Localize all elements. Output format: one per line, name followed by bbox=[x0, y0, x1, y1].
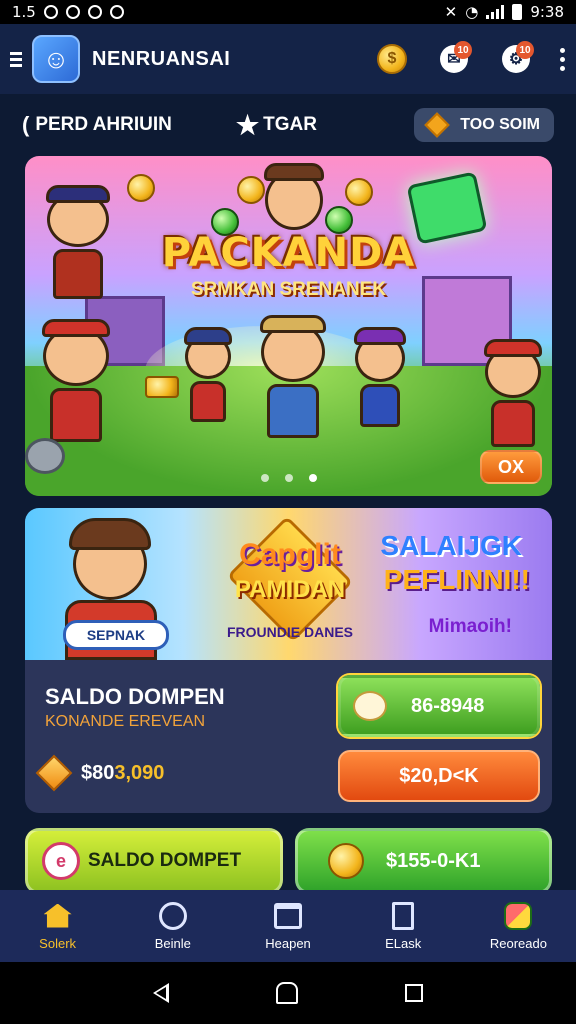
circle-icon bbox=[158, 901, 187, 930]
character-icon bbox=[354, 327, 406, 430]
currency-pill[interactable]: TOO SOIM bbox=[414, 108, 554, 142]
character-icon bbox=[184, 327, 232, 424]
wallet-subtitle: KONANDE EREVEAN bbox=[45, 713, 206, 730]
settings-button[interactable]: ⚙ 10 bbox=[496, 39, 536, 79]
tab-secondary-label: TGAR bbox=[263, 114, 317, 135]
hero-banner[interactable]: PACKANDA SRMKAN SRENANEK OX bbox=[25, 156, 552, 496]
nav-item-2[interactable]: Beinle bbox=[115, 890, 230, 962]
notification-icon bbox=[87, 5, 102, 19]
status-time-left: 1.5 bbox=[12, 3, 36, 21]
promo-right-title: SALAIJGK bbox=[380, 530, 522, 561]
nav-item-5[interactable]: Reoreado bbox=[461, 890, 576, 962]
bottom-nav: Solerk Beinle Heapen ELask Reoreado bbox=[0, 890, 576, 962]
promo-banner[interactable]: SEPNAK Capglit PAMIDAN FROUNDIE DANES SA… bbox=[25, 508, 552, 660]
reward-card[interactable]: $155-0-K1 bbox=[295, 828, 552, 894]
reward-card-label: $155-0-K1 bbox=[386, 849, 481, 872]
puzzle-icon bbox=[504, 901, 533, 930]
promo-subtitle: PAMIDAN bbox=[234, 576, 346, 603]
messages-badge: 10 bbox=[454, 41, 472, 59]
promo-center: Capglit PAMIDAN FROUNDIE DANES bbox=[215, 515, 365, 650]
promo-right-subtitle: PEFLINNI!! bbox=[383, 564, 530, 595]
currency-pill-label: TOO SOIM bbox=[460, 116, 540, 133]
carousel-dots[interactable] bbox=[25, 474, 552, 482]
coin-icon bbox=[328, 843, 364, 879]
settings-badge: 10 bbox=[516, 41, 534, 59]
withdraw-button[interactable]: $20,D<K bbox=[338, 750, 540, 802]
topup-button-label: 86-8948 bbox=[411, 694, 485, 717]
wifi-icon: ◔ bbox=[465, 3, 479, 21]
banner-title: PACKANDA bbox=[161, 230, 416, 276]
app-bar: ☺ NENRUANSAI $ ✉ 10 ⚙ 10 bbox=[0, 24, 576, 94]
character-icon bbox=[260, 315, 326, 442]
gem-icon bbox=[35, 754, 73, 792]
topup-button[interactable]: 86-8948 bbox=[338, 675, 540, 737]
wallet-balance-value: $80 bbox=[81, 761, 115, 784]
tab-secondary[interactable]: ★ TGAR bbox=[236, 110, 317, 141]
character-icon bbox=[484, 339, 542, 450]
gem-icon bbox=[424, 112, 451, 138]
wallet-balance: $80 3,090 bbox=[35, 754, 165, 792]
wallet-card: SEPNAK Capglit PAMIDAN FROUNDIE DANES SA… bbox=[25, 508, 552, 813]
messages-button[interactable]: ✉ 10 bbox=[434, 39, 474, 79]
battery-icon bbox=[512, 4, 523, 20]
mute-icon: ✕ bbox=[444, 3, 458, 21]
signal-icon bbox=[486, 5, 505, 19]
coin-icon bbox=[345, 178, 373, 206]
status-time-right: 9:38 bbox=[530, 3, 564, 21]
coin-icon: $ bbox=[377, 44, 407, 74]
recents-nav-icon[interactable] bbox=[404, 984, 423, 1002]
more-options-icon[interactable] bbox=[560, 47, 566, 71]
wallet-title: SALDO DOMPEN bbox=[45, 684, 225, 709]
calendar-icon bbox=[274, 902, 302, 929]
wallet-icon: e bbox=[42, 842, 80, 880]
character-icon bbox=[42, 319, 110, 446]
book-icon bbox=[392, 901, 415, 930]
coin-icon bbox=[127, 174, 155, 202]
saldo-card[interactable]: e SALDO DOMPET bbox=[25, 828, 283, 894]
stone-icon bbox=[25, 438, 65, 474]
status-bar: 1.5 ✕ ◔ 9:38 bbox=[0, 0, 576, 24]
saldo-card-label: SALDO DOMPET bbox=[88, 850, 242, 871]
home-icon bbox=[43, 903, 72, 928]
app-avatar-icon[interactable]: ☺ bbox=[32, 35, 80, 83]
back-icon[interactable]: ( bbox=[22, 112, 29, 138]
home-nav-icon[interactable] bbox=[275, 982, 298, 1004]
tab-primary[interactable]: PERD AHRIUIN bbox=[35, 114, 172, 136]
notification-icon bbox=[43, 5, 58, 19]
coins-button[interactable]: $ bbox=[372, 39, 412, 79]
system-nav-bar bbox=[0, 962, 576, 1024]
promo-right-caption: Mimaoih! bbox=[428, 616, 512, 637]
star-icon: ★ bbox=[235, 109, 260, 140]
nav-label: Beinle bbox=[154, 935, 191, 951]
tab-row: ( PERD AHRIUIN ★ TGAR TOO SOIM bbox=[0, 104, 576, 146]
banner-subtitle: SRMKAN SRENANEK bbox=[190, 279, 387, 300]
nav-label: Solerk bbox=[39, 935, 77, 951]
app-title: NENRUANSAI bbox=[92, 47, 231, 70]
nav-label: ELask bbox=[385, 935, 422, 951]
nav-label: Reoreado bbox=[489, 935, 547, 951]
banner-action-button[interactable]: OX bbox=[480, 450, 542, 484]
carousel-dot[interactable] bbox=[284, 474, 293, 482]
coin-bag-icon bbox=[353, 691, 387, 721]
promo-title: Capglit bbox=[239, 538, 341, 571]
notification-icon bbox=[65, 5, 80, 19]
menu-icon[interactable] bbox=[10, 51, 22, 67]
nav-item-home[interactable]: Solerk bbox=[0, 890, 115, 962]
carousel-dot[interactable] bbox=[308, 474, 317, 482]
nav-item-3[interactable]: Heapen bbox=[230, 890, 345, 962]
character-icon bbox=[264, 163, 324, 230]
nav-label: Heapen bbox=[265, 935, 311, 951]
wallet-balance-highlight: 3,090 bbox=[114, 761, 165, 784]
notification-icon bbox=[109, 5, 124, 19]
promo-caption: FROUNDIE DANES bbox=[226, 624, 353, 640]
carousel-dot[interactable] bbox=[260, 474, 269, 482]
nav-item-4[interactable]: ELask bbox=[346, 890, 461, 962]
gold-bar-icon bbox=[145, 376, 179, 398]
back-nav-icon[interactable] bbox=[153, 983, 170, 1003]
coin-icon bbox=[237, 176, 265, 204]
promo-badge: SEPNAK bbox=[63, 620, 169, 650]
